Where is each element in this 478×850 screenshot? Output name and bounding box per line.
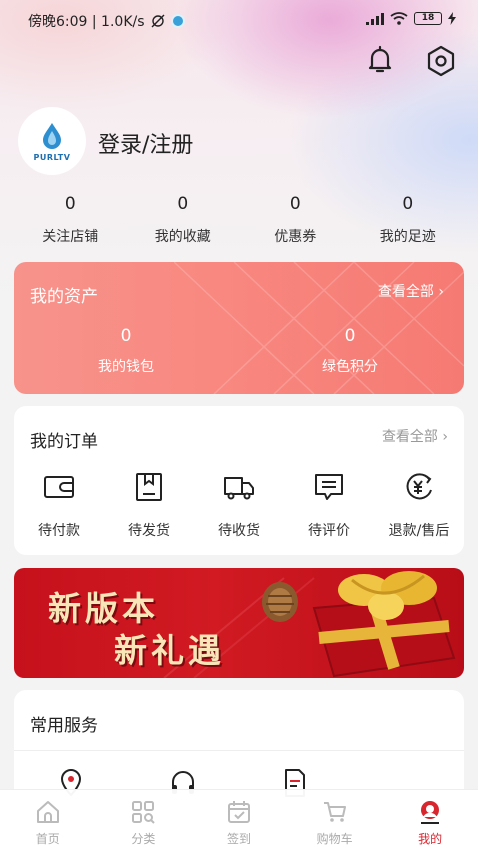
app-notification-icon [170, 14, 185, 28]
orders-title: 我的订单 [30, 432, 98, 452]
category-icon [132, 801, 156, 824]
tab-checkin[interactable]: 签到 [191, 790, 287, 850]
services-title: 常用服务 [30, 716, 98, 736]
stat-footprints[interactable]: 0 我的足迹 [352, 194, 465, 246]
banner-headline-1: 新版本 [48, 589, 159, 628]
order-pending-receipt[interactable]: 待收货 [194, 470, 284, 540]
wifi-icon [390, 12, 408, 25]
stat-value: 0 [177, 194, 189, 214]
box-icon [136, 473, 162, 501]
truck-icon [224, 477, 254, 500]
tab-profile[interactable]: 我的 [382, 790, 478, 850]
stat-value: 0 [289, 194, 301, 214]
pinecone-icon [262, 582, 298, 622]
asset-label: 绿色积分 [322, 359, 378, 375]
cart-icon [323, 802, 346, 822]
brand-logo-text: PURLTV [33, 152, 71, 162]
tab-home[interactable]: 首页 [0, 790, 96, 850]
promo-banner[interactable]: 新版本 新礼遇 [14, 568, 464, 678]
assets-card: 我的资产 查看全部 › 0 我的钱包 0 绿色积分 [14, 262, 464, 394]
chevron-right-icon: › [442, 429, 448, 445]
tab-label: 购物车 [316, 832, 353, 846]
banner-headline-2: 新礼遇 [114, 631, 225, 670]
tab-label: 我的 [418, 832, 443, 846]
order-pending-shipment[interactable]: 待发货 [104, 470, 194, 540]
order-refund-aftersales[interactable]: 退款/售后 [374, 470, 464, 540]
tab-label: 分类 [131, 832, 156, 846]
home-icon [36, 801, 59, 823]
asset-value: 0 [344, 326, 356, 346]
settings-gear-icon[interactable] [424, 44, 458, 78]
status-bar: 傍晚6:09 | 1.0K/s 18 [0, 0, 478, 40]
stat-label: 我的收藏 [154, 229, 211, 245]
chevron-right-icon: › [438, 284, 444, 300]
comment-icon [315, 474, 343, 500]
asset-label: 我的钱包 [98, 359, 154, 375]
battery-icon: 18 [414, 12, 442, 25]
tab-label: 签到 [226, 832, 251, 846]
charging-icon [448, 12, 456, 25]
stat-value: 0 [64, 194, 76, 214]
refund-icon [406, 473, 432, 500]
order-pending-payment[interactable]: 待付款 [14, 470, 104, 540]
stat-label: 我的足迹 [379, 229, 436, 245]
asset-green-points[interactable]: 0 绿色积分 [238, 326, 462, 376]
mute-alarm-icon [151, 14, 165, 28]
tab-category[interactable]: 分类 [96, 790, 192, 850]
order-label: 待发货 [128, 523, 170, 539]
gift-box-icon [312, 571, 456, 678]
user-stats: 0 关注店铺 0 我的收藏 0 优惠券 0 我的足迹 [14, 194, 464, 246]
login-register-link[interactable]: 登录/注册 [98, 127, 193, 159]
orders-card: 我的订单 查看全部 › 待付款 待发货 待收货 待评价 退款/售后 [14, 406, 464, 555]
signal-icon [366, 12, 384, 25]
asset-value: 0 [120, 326, 132, 346]
order-label: 待收货 [218, 523, 260, 539]
order-label: 待付款 [38, 523, 80, 539]
divider [14, 750, 464, 751]
view-all-label: 查看全部 [377, 284, 434, 300]
view-all-label: 查看全部 [381, 429, 438, 445]
status-time: 傍晚6:09 | 1.0K/s [28, 14, 145, 30]
wallet-icon [44, 476, 74, 498]
stat-value: 0 [402, 194, 414, 214]
asset-wallet[interactable]: 0 我的钱包 [14, 326, 238, 376]
orders-view-all-link[interactable]: 查看全部 › [382, 426, 448, 446]
assets-view-all-link[interactable]: 查看全部 › [378, 281, 444, 301]
order-pending-review[interactable]: 待评价 [284, 470, 374, 540]
stat-favorites[interactable]: 0 我的收藏 [127, 194, 240, 246]
notification-bell-icon[interactable] [364, 44, 396, 76]
stat-label: 关注店铺 [42, 229, 99, 245]
stat-label: 优惠券 [274, 229, 317, 245]
profile-icon [421, 801, 440, 824]
stat-coupons[interactable]: 0 优惠券 [239, 194, 352, 246]
tab-label: 首页 [35, 832, 60, 846]
calendar-icon [227, 801, 250, 823]
stat-followed-shops[interactable]: 0 关注店铺 [14, 194, 127, 246]
order-label: 退款/售后 [388, 523, 450, 539]
bottom-tab-bar: 首页 分类 签到 购物车 我的 [0, 789, 478, 850]
brand-logo-icon [43, 122, 61, 149]
avatar[interactable]: PURLTV [18, 107, 86, 175]
assets-title: 我的资产 [30, 287, 98, 307]
order-label: 待评价 [308, 523, 350, 539]
tab-cart[interactable]: 购物车 [287, 790, 383, 850]
